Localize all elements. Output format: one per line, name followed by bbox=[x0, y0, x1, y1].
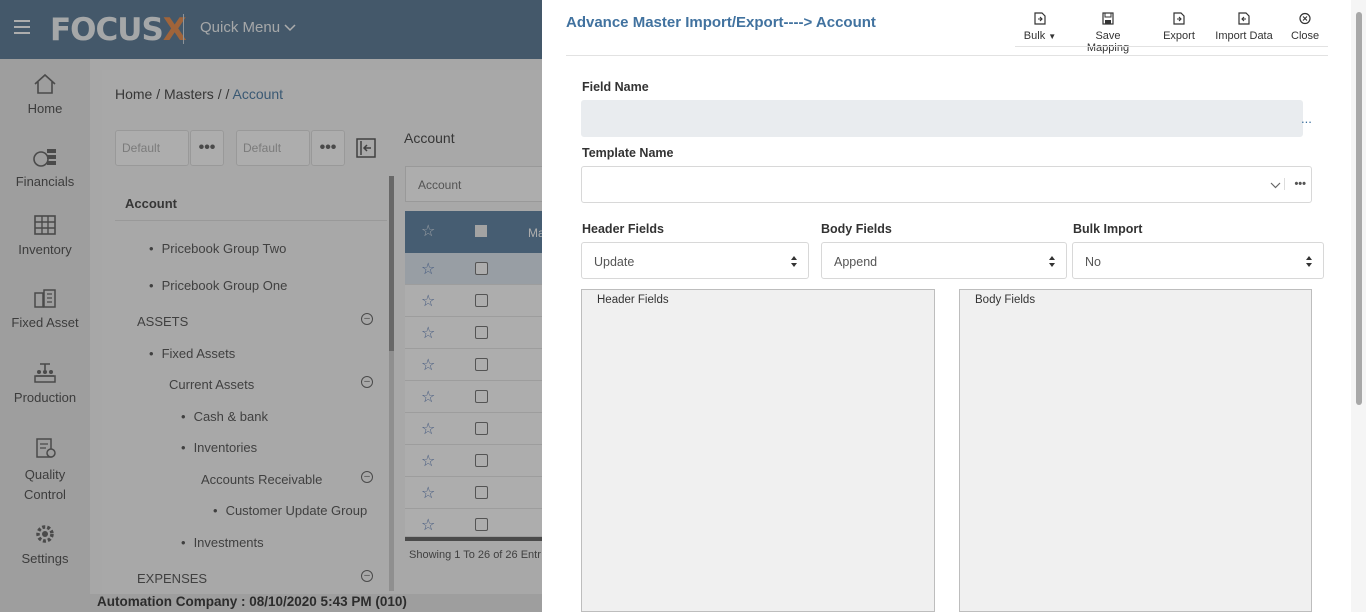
body-fields-list[interactable]: Body Fields bbox=[959, 289, 1312, 612]
body-fields-select[interactable]: Append bbox=[821, 242, 1067, 279]
save-icon bbox=[1102, 12, 1114, 25]
sort-arrows-icon bbox=[791, 256, 797, 267]
toolbar-divider bbox=[1015, 46, 1328, 47]
template-name-select[interactable]: ••• bbox=[581, 166, 1312, 203]
field-name-browse-button[interactable]: ... bbox=[1301, 111, 1312, 126]
header-fields-select[interactable]: Update bbox=[581, 242, 809, 279]
header-fields-label: Header Fields bbox=[582, 222, 664, 236]
field-name-input[interactable] bbox=[581, 100, 1303, 137]
save-mapping-button[interactable]: Save Mapping bbox=[1073, 12, 1143, 54]
template-name-label: Template Name bbox=[582, 146, 674, 160]
dialog-scrollbar[interactable] bbox=[1351, 0, 1366, 612]
sort-arrows-icon bbox=[1306, 256, 1312, 267]
dialog-title: Advance Master Import/Export----> Accoun… bbox=[566, 14, 876, 31]
body-fields-label: Body Fields bbox=[821, 222, 892, 236]
file-import-icon bbox=[1238, 12, 1250, 25]
template-more-button[interactable]: ••• bbox=[1284, 178, 1306, 190]
dialog-divider bbox=[566, 55, 1328, 56]
bulk-import-label: Bulk Import bbox=[1073, 222, 1143, 236]
header-fields-list[interactable]: Header Fields bbox=[581, 289, 935, 612]
close-circle-icon bbox=[1299, 12, 1311, 25]
file-export-icon bbox=[1173, 12, 1185, 25]
sort-arrows-icon bbox=[1049, 256, 1055, 267]
field-name-label: Field Name bbox=[582, 80, 649, 94]
close-button[interactable]: Close bbox=[1291, 12, 1319, 42]
chevron-down-icon bbox=[1270, 182, 1281, 189]
export-button[interactable]: Export bbox=[1161, 12, 1197, 42]
import-data-button[interactable]: Import Data bbox=[1213, 12, 1275, 42]
import-export-dialog: Advance Master Import/Export----> Accoun… bbox=[542, 0, 1366, 612]
file-import-icon bbox=[1034, 12, 1046, 25]
caret-down-icon: ▼ bbox=[1048, 32, 1057, 41]
bulk-button[interactable]: Bulk ▼ bbox=[1023, 12, 1057, 42]
bulk-import-select[interactable]: No bbox=[1072, 242, 1324, 279]
